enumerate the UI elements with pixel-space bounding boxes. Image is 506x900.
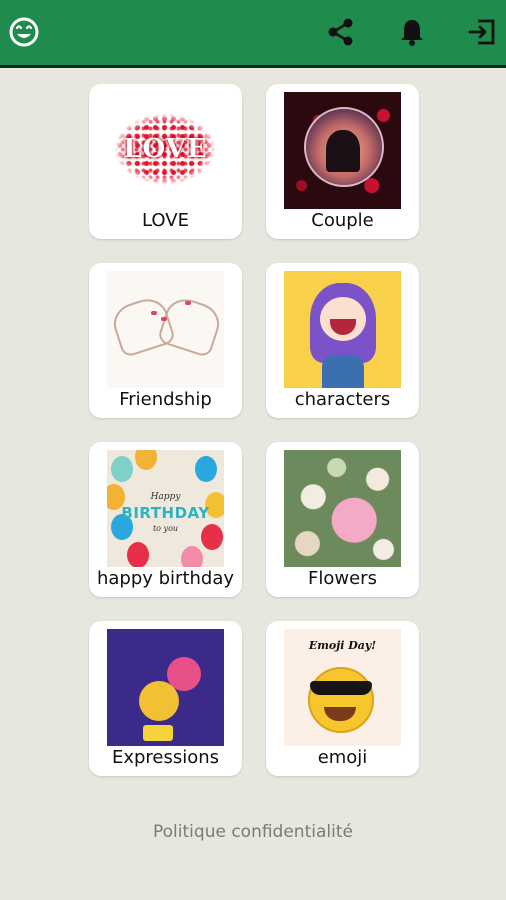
category-label: emoji — [317, 747, 368, 768]
friendship-thumbnail — [107, 271, 224, 388]
category-label: Flowers — [308, 568, 377, 589]
characters-thumbnail — [284, 271, 401, 388]
birthday-thumbnail-line2: BIRTHDAY — [121, 504, 210, 522]
category-label: Expressions — [111, 747, 220, 768]
expressions-thumbnail — [107, 629, 224, 746]
category-card-characters[interactable]: characters — [266, 263, 419, 418]
emoji-logo-icon — [6, 14, 42, 50]
category-card-friendship[interactable]: Friendship — [89, 263, 242, 418]
couple-thumbnail — [284, 92, 401, 209]
flowers-thumbnail — [284, 450, 401, 567]
exit-icon[interactable] — [464, 14, 500, 50]
category-card-couple[interactable]: Couple — [266, 84, 419, 239]
category-card-birthday[interactable]: Happy BIRTHDAY to you happy birthday — [89, 442, 242, 597]
birthday-thumbnail-line1: Happy — [150, 492, 181, 502]
birthday-thumbnail-line3: to you — [152, 524, 179, 533]
category-grid: LOVE LOVE Couple Friendship characters H… — [89, 84, 419, 776]
category-label: LOVE — [142, 210, 189, 231]
love-thumbnail: LOVE — [107, 92, 224, 209]
category-label: Couple — [311, 210, 374, 231]
category-card-love[interactable]: LOVE LOVE — [89, 84, 242, 239]
category-card-flowers[interactable]: Flowers — [266, 442, 419, 597]
category-card-expressions[interactable]: Expressions — [89, 621, 242, 776]
birthday-thumbnail: Happy BIRTHDAY to you — [107, 450, 224, 567]
category-label: Friendship — [119, 389, 212, 410]
privacy-policy-link[interactable]: Politique confidentialité — [0, 822, 506, 842]
bell-icon[interactable] — [394, 14, 430, 50]
share-icon[interactable] — [323, 14, 359, 50]
love-thumbnail-text: LOVE — [123, 134, 208, 164]
emoji-thumbnail: Emoji Day! — [284, 629, 401, 746]
category-label: characters — [294, 389, 391, 410]
category-card-emoji[interactable]: Emoji Day! emoji — [266, 621, 419, 776]
emoji-thumbnail-title: Emoji Day! — [308, 639, 377, 652]
category-label: happy birthday — [96, 568, 235, 589]
app-header — [0, 0, 506, 68]
